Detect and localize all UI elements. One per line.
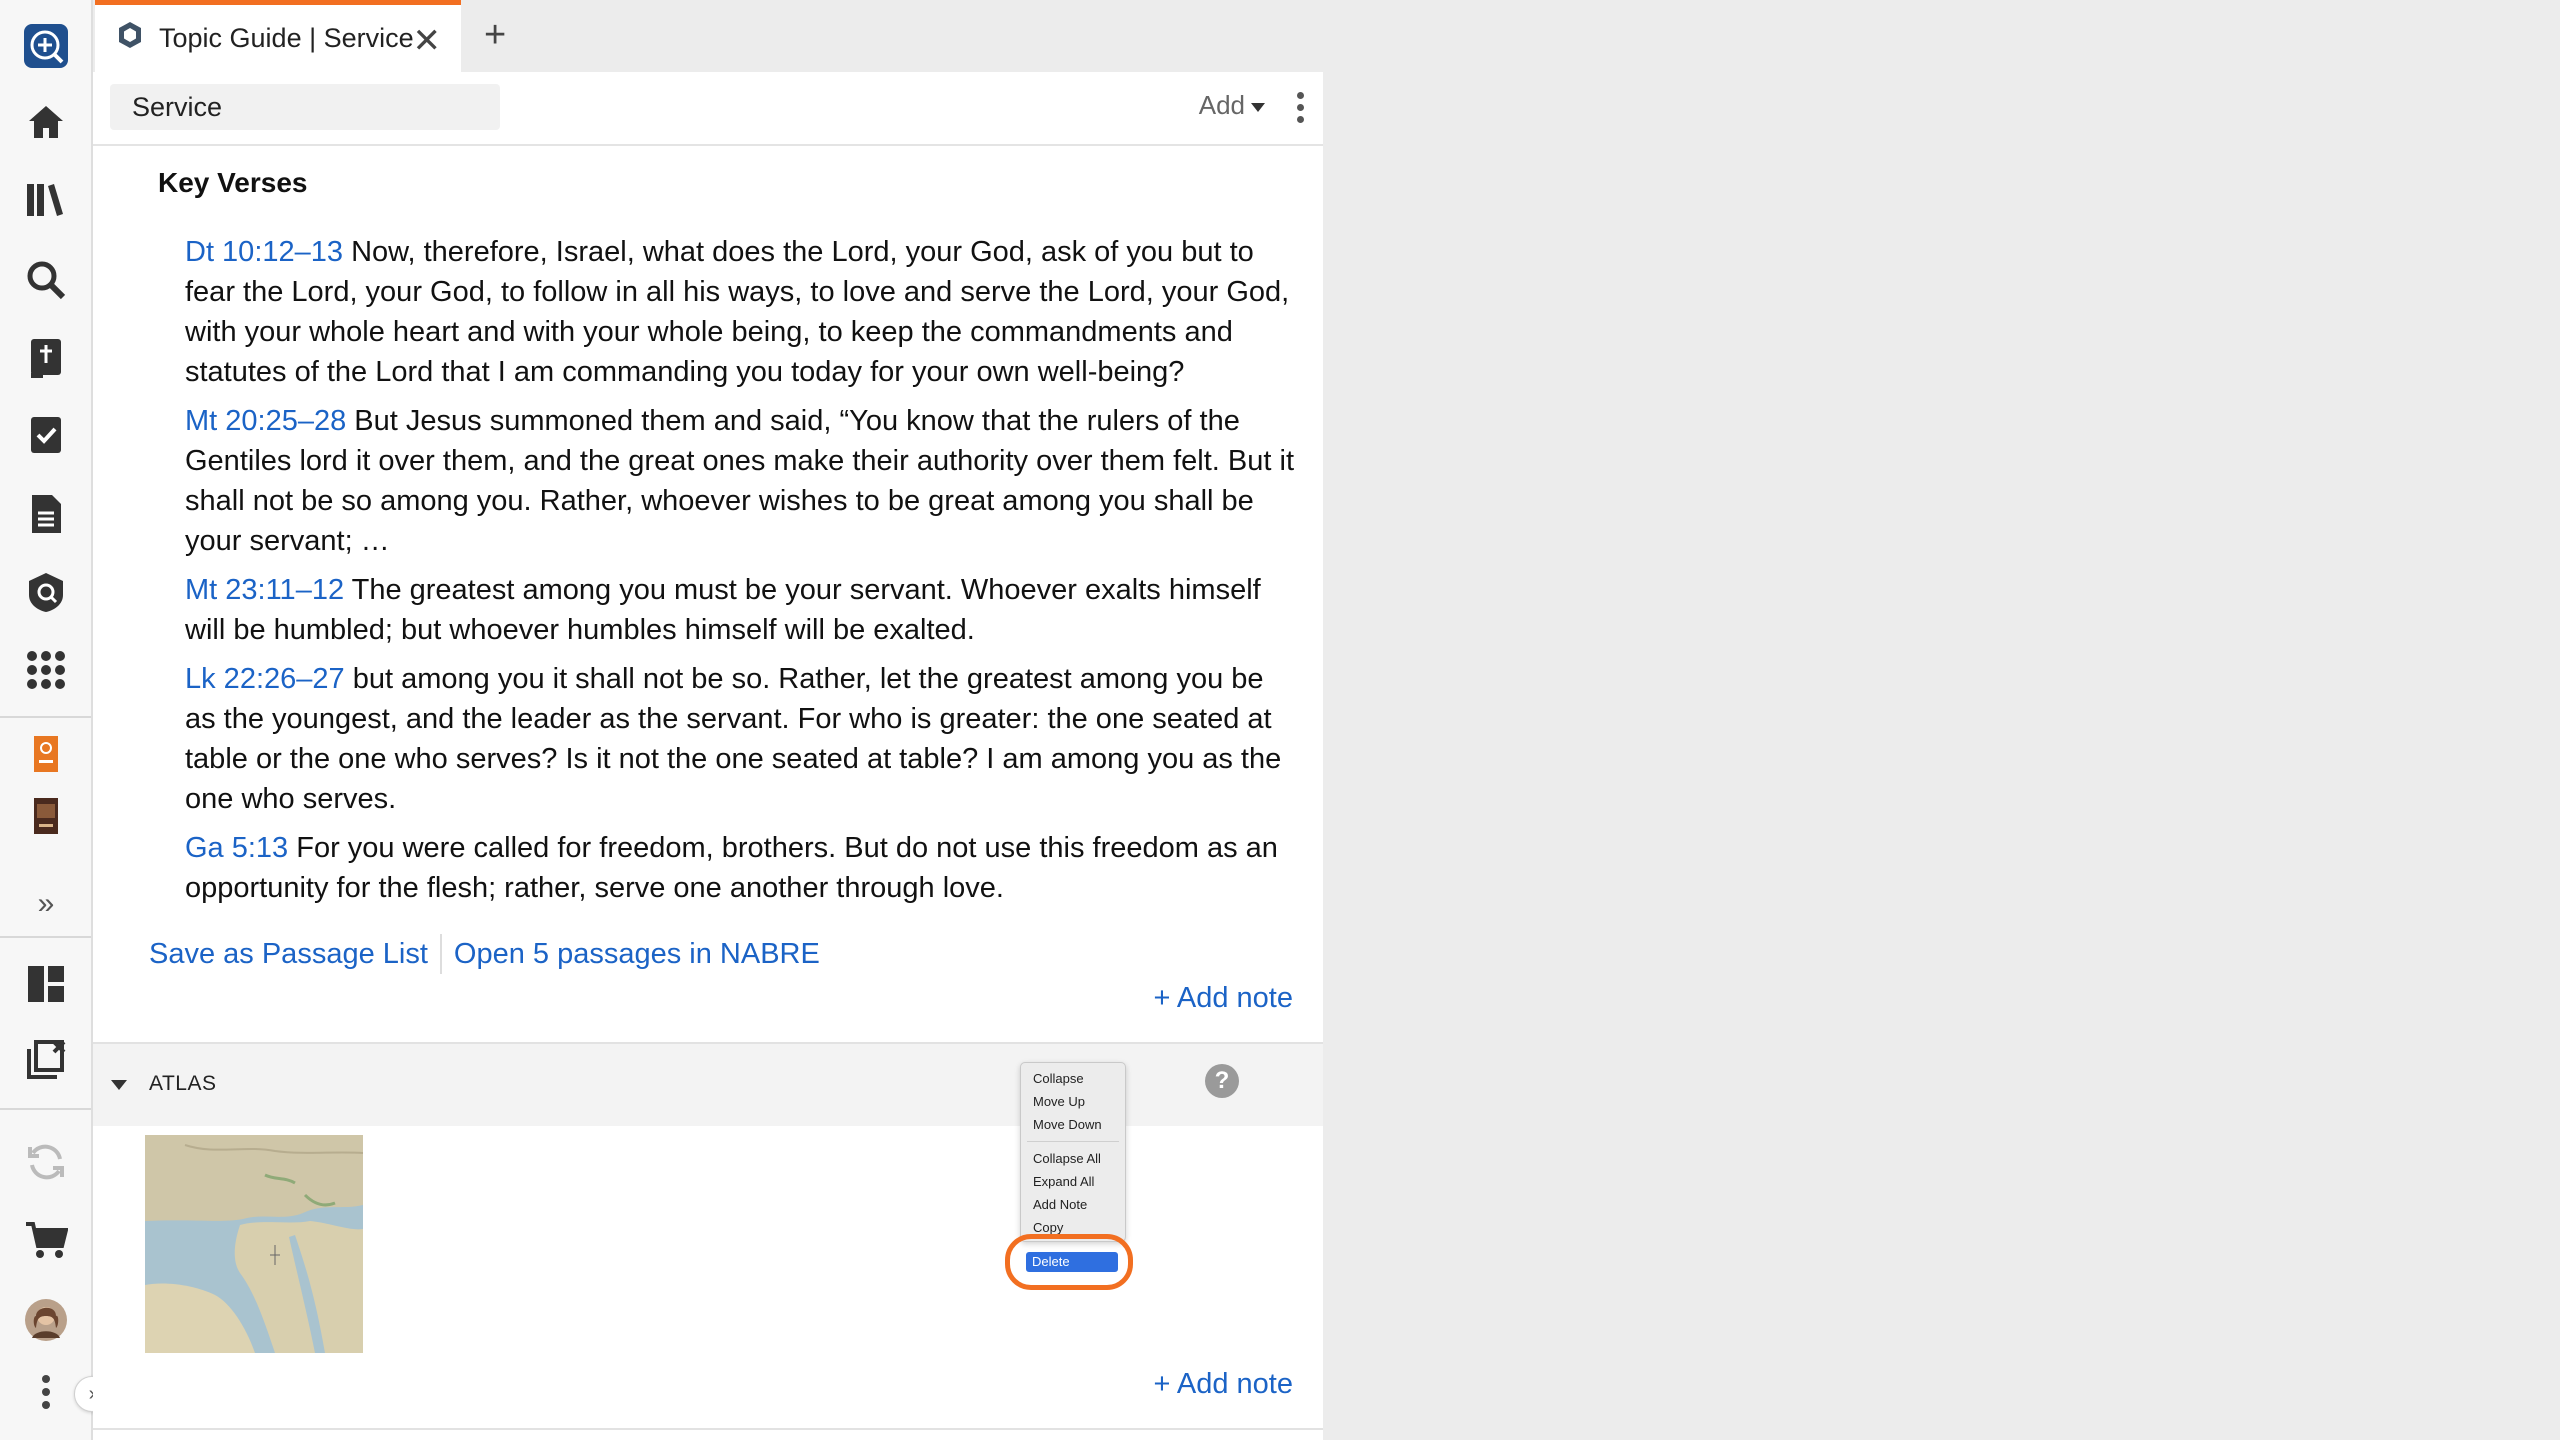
verse-item: Lk 22:26–27 but among you it shall not b…: [185, 659, 1295, 819]
verse-text: But Jesus summoned them and said, “You k…: [185, 405, 1294, 557]
verse-item: Mt 20:25–28 But Jesus summoned them and …: [185, 401, 1295, 561]
menu-separator: [1027, 1141, 1119, 1142]
verse-item: Dt 10:12–13 Now, therefore, Israel, what…: [185, 232, 1295, 392]
save-passage-list-link[interactable]: Save as Passage List: [149, 938, 428, 971]
new-tab-button[interactable]: +: [484, 14, 506, 57]
more-icon[interactable]: [22, 1368, 70, 1416]
reading-plan-icon[interactable]: [22, 412, 70, 460]
library-icon[interactable]: [22, 176, 70, 224]
menu-item-add-note[interactable]: Add Note: [1033, 1197, 1087, 1212]
menu-item-move-down[interactable]: Move Down: [1033, 1117, 1102, 1132]
atlas-section-header[interactable]: ATLAS ?: [93, 1042, 1323, 1126]
add-label: Add: [1198, 90, 1245, 120]
logos-add-icon[interactable]: [22, 22, 70, 70]
avatar[interactable]: [22, 1296, 70, 1344]
book-icon[interactable]: [22, 792, 70, 840]
verse-item: Mt 23:11–12 The greatest among you must …: [185, 570, 1295, 650]
open-passages-link[interactable]: Open 5 passages in NABRE: [454, 938, 820, 971]
caret-down-icon[interactable]: [111, 1080, 127, 1090]
add-button[interactable]: Add: [1199, 90, 1265, 121]
key-verses-list: Dt 10:12–13 Now, therefore, Israel, what…: [185, 232, 1295, 917]
topic-guide-icon: [117, 21, 143, 56]
expand-icon[interactable]: »: [22, 880, 70, 928]
verse-reference-link[interactable]: Ga 5:13: [185, 832, 288, 864]
tab-bar: Topic Guide | Service ✕ +: [91, 0, 1323, 72]
verse-text: For you were called for freedom, brother…: [185, 832, 1278, 904]
section-divider: [93, 1428, 1323, 1430]
caret-down-icon: [1251, 102, 1265, 112]
topic-input[interactable]: Service: [110, 84, 500, 130]
menu-item-expand-all[interactable]: Expand All: [1033, 1174, 1094, 1189]
add-note-link[interactable]: + Add note: [1154, 1368, 1294, 1401]
menu-item-move-up[interactable]: Move Up: [1033, 1094, 1085, 1109]
topic-guide-panel: Service Add Key Verses Dt 10:12–13 Now, …: [93, 72, 1323, 1440]
verse-text: Now, therefore, Israel, what does the Lo…: [185, 236, 1290, 388]
close-tab-icon[interactable]: ✕: [413, 21, 442, 61]
resource-icon[interactable]: [22, 730, 70, 778]
verse-text: but among you it shall not be so. Rather…: [185, 663, 1282, 815]
menu-item-collapse[interactable]: Collapse: [1033, 1071, 1084, 1086]
add-note-link[interactable]: + Add note: [1154, 982, 1294, 1015]
guide-icon[interactable]: [22, 568, 70, 616]
atlas-map-thumbnail[interactable]: [145, 1135, 363, 1353]
search-icon[interactable]: [22, 256, 70, 304]
apps-icon[interactable]: [22, 646, 70, 694]
verse-reference-link[interactable]: Dt 10:12–13: [185, 236, 343, 268]
sync-icon[interactable]: [22, 1138, 70, 1186]
atlas-label: ATLAS: [149, 1072, 217, 1095]
menu-item-collapse-all[interactable]: Collapse All: [1033, 1151, 1101, 1166]
document-icon[interactable]: [22, 490, 70, 538]
close-panels-icon[interactable]: [22, 1036, 70, 1084]
tab-topic-guide[interactable]: Topic Guide | Service ✕: [95, 0, 461, 72]
tab-title: Topic Guide | Service: [159, 23, 414, 53]
bible-add-icon[interactable]: [22, 334, 70, 382]
left-sidebar: »: [0, 0, 93, 1440]
menu-item-delete[interactable]: Delete: [1026, 1252, 1118, 1272]
context-menu: Collapse Move Up Move Down Collapse All …: [1020, 1062, 1126, 1242]
link-divider: [439, 934, 442, 974]
verse-reference-link[interactable]: Mt 20:25–28: [185, 405, 346, 437]
key-verses-heading: Key Verses: [158, 167, 308, 198]
verse-text: The greatest among you must be your serv…: [185, 574, 1261, 646]
verse-reference-link[interactable]: Lk 22:26–27: [185, 663, 345, 695]
panel-toolbar: Service Add: [93, 72, 1323, 146]
key-verses-actions: Save as Passage List Open 5 passages in …: [149, 934, 820, 974]
panel-menu-icon[interactable]: [1297, 92, 1307, 128]
help-icon[interactable]: ?: [1205, 1064, 1239, 1098]
home-icon[interactable]: [22, 98, 70, 146]
layouts-icon[interactable]: [22, 960, 70, 1008]
cart-icon[interactable]: [22, 1216, 70, 1264]
menu-item-copy[interactable]: Copy: [1033, 1220, 1063, 1235]
verse-item: Ga 5:13 For you were called for freedom,…: [185, 828, 1295, 908]
verse-reference-link[interactable]: Mt 23:11–12: [185, 574, 344, 606]
